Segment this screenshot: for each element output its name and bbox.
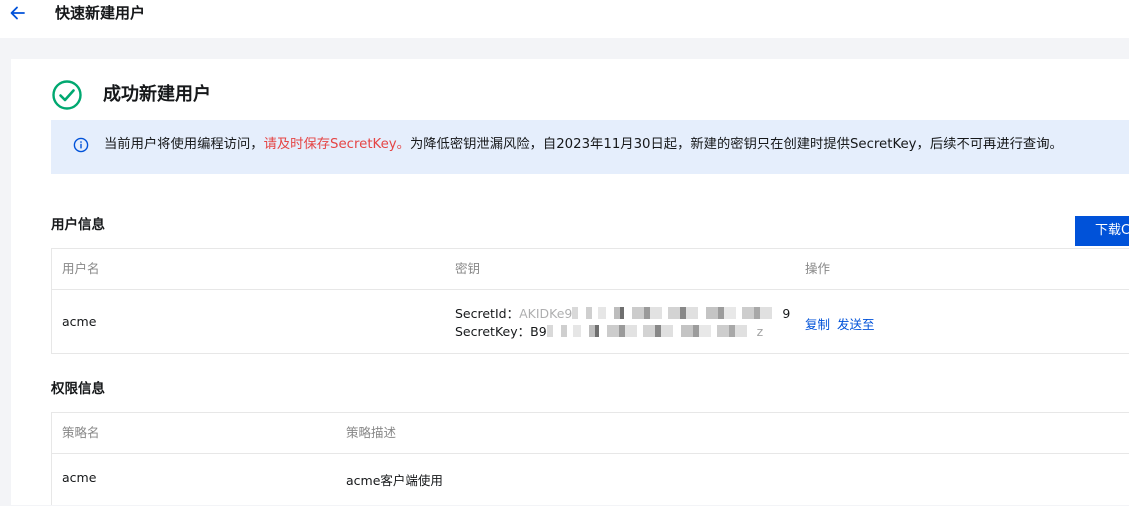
notice-banner: 当前用户将使用编程访问，请及时保存SecretKey。为降低密钥泄漏风险，自20… <box>51 120 1129 174</box>
main-card: 成功新建用户 当前用户将使用编程访问，请及时保存SecretKey。为降低密钥泄… <box>11 59 1129 505</box>
secret-key-line[interactable]: SecretKey：B9 z <box>455 323 763 340</box>
secret-id-label: SecretId： <box>455 306 520 321</box>
back-button[interactable] <box>9 4 27 22</box>
column-key: 密钥 <box>455 261 481 276</box>
table-header: 用户名 密钥 操作 <box>52 249 1129 290</box>
permission-info-title: 权限信息 <box>51 381 105 397</box>
column-policy-desc: 策略描述 <box>346 425 397 440</box>
user-info-table: 用户名 密钥 操作 acme SecretId：AKIDKe9 9 SecretK… <box>51 248 1129 354</box>
table-row: acme acme客户端使用 <box>52 454 1129 506</box>
secret-id-start: AKIDKe9 <box>519 306 573 321</box>
send-to-link[interactable]: 发送至 <box>837 314 875 333</box>
secret-id-redaction <box>572 307 783 319</box>
table-row: acme SecretId：AKIDKe9 9 SecretKey：B9 z 复制 … <box>52 290 1129 354</box>
username-cell: acme <box>62 314 97 329</box>
column-policy-name: 策略名 <box>62 425 100 440</box>
permission-info-table: 策略名 策略描述 acme acme客户端使用 <box>51 412 1129 505</box>
secret-id-end: 9 <box>782 306 791 321</box>
notice-text-before: 当前用户将使用编程访问， <box>104 137 264 152</box>
notice-warning: 请及时保存SecretKey。 <box>263 137 410 152</box>
copy-link[interactable]: 复制 <box>805 314 830 333</box>
secret-key-start: B9 <box>530 324 547 339</box>
arrow-left-icon[interactable] <box>9 4 27 22</box>
secret-key-end: z <box>756 324 764 339</box>
notice-text-after: 为降低密钥泄漏风险，自2023年11月30日起，新建的密钥只在创建时提供Secr… <box>409 137 1063 152</box>
secret-key-label: SecretKey： <box>455 324 531 339</box>
page-title: 快速新建用户 <box>55 4 146 22</box>
download-csv-button[interactable]: 下载CSV <box>1075 216 1129 246</box>
success-title: 成功新建用户 <box>103 84 211 105</box>
check-circle-icon <box>52 80 82 110</box>
secret-key-redaction <box>546 325 757 337</box>
secret-id-line[interactable]: SecretId：AKIDKe9 9 <box>455 305 790 322</box>
info-circle-icon <box>73 137 89 153</box>
top-bar: 快速新建用户 <box>0 0 1129 38</box>
notice-text: 当前用户将使用编程访问，请及时保存SecretKey。为降低密钥泄漏风险，自20… <box>104 135 1063 155</box>
column-username: 用户名 <box>62 261 100 276</box>
policy-name-cell: acme <box>62 470 97 485</box>
column-actions: 操作 <box>805 261 831 276</box>
user-info-title: 用户信息 <box>51 217 105 233</box>
policy-desc-cell: acme客户端使用 <box>346 473 443 488</box>
table-header: 策略名 策略描述 <box>52 413 1129 454</box>
